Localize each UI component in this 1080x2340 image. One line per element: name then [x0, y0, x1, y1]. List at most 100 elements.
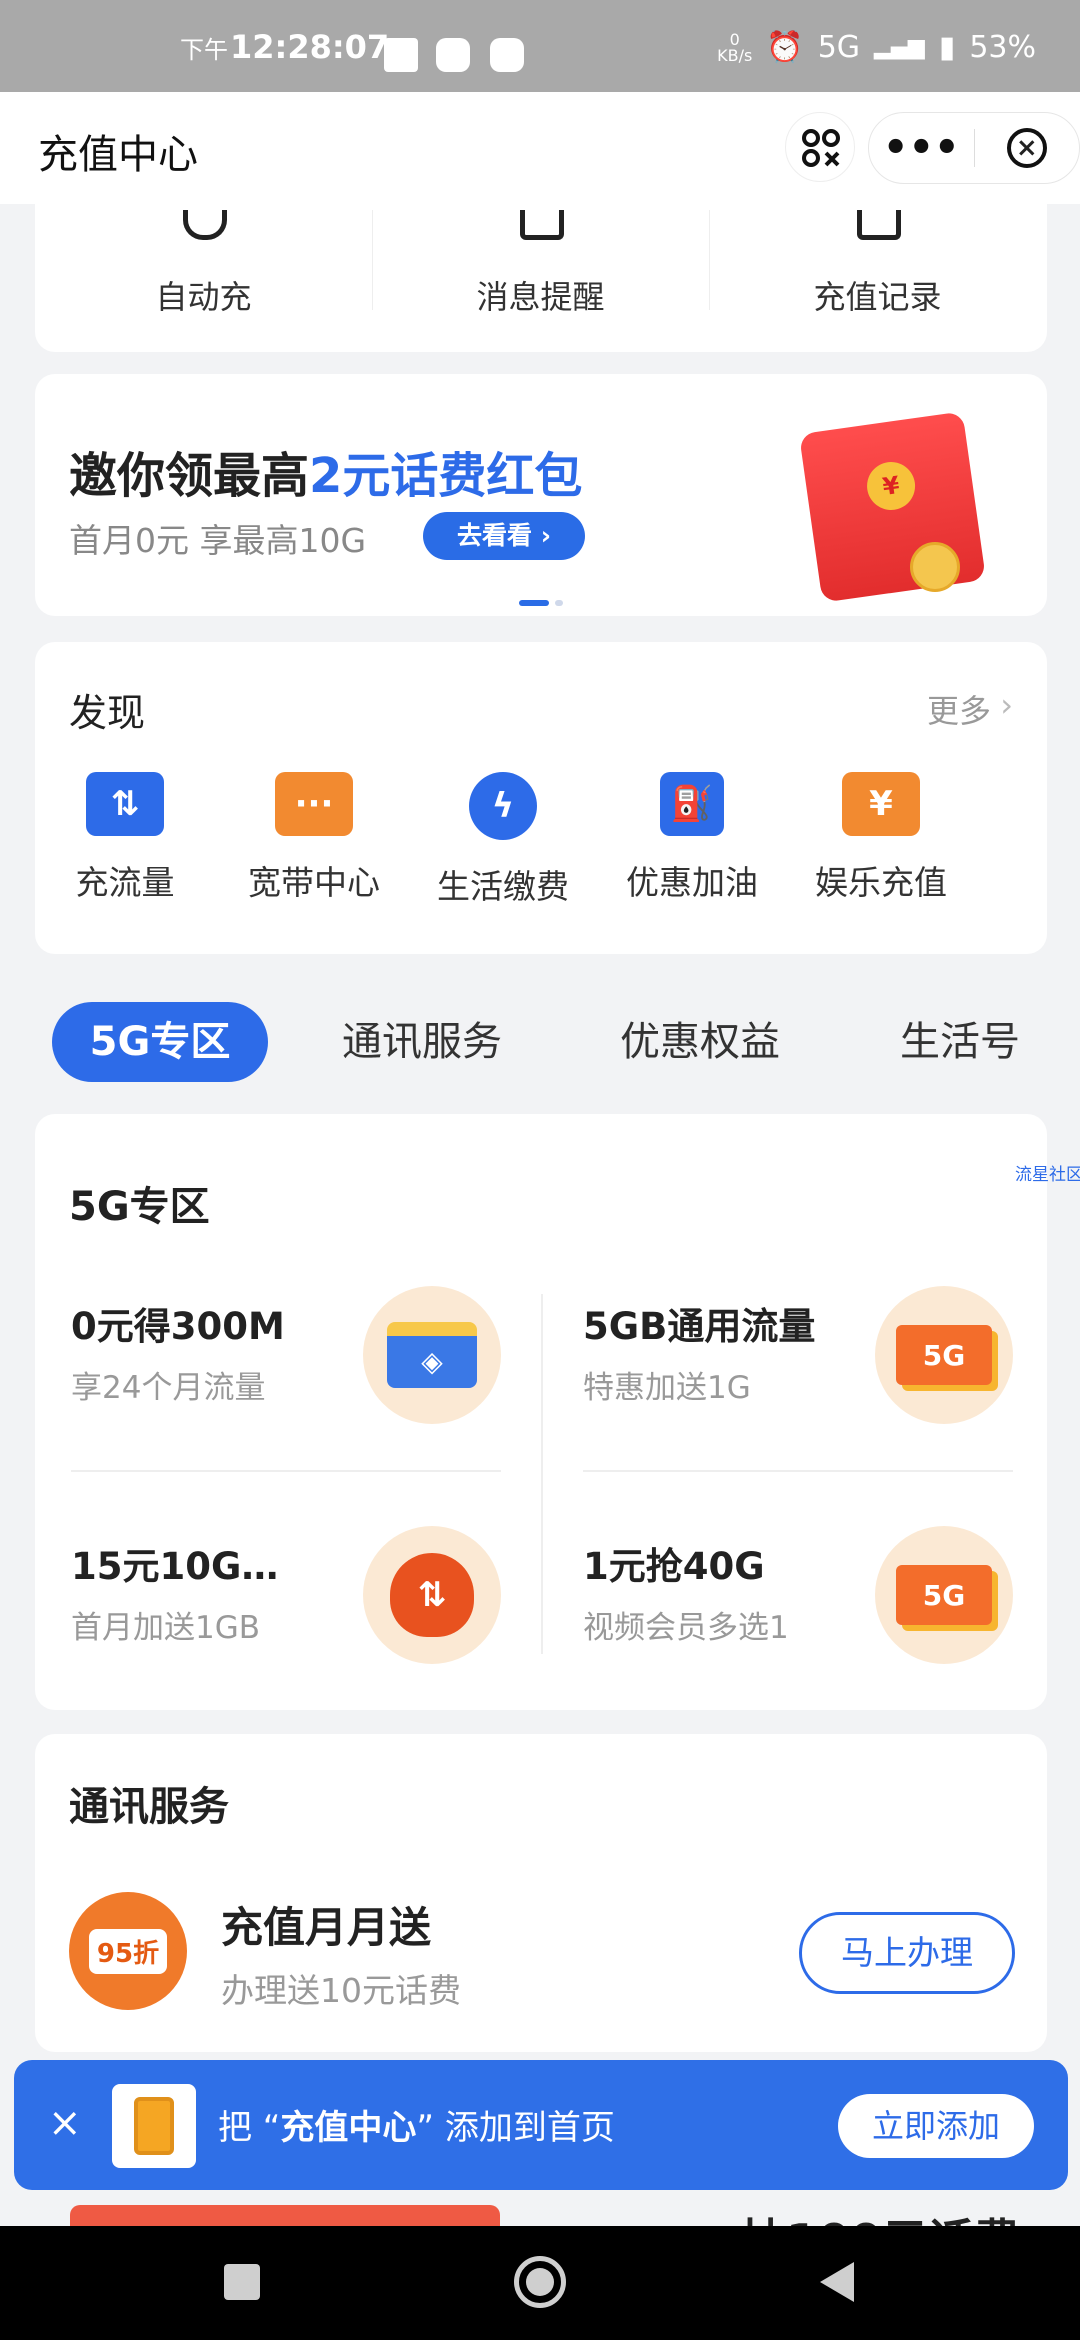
- tab-life-account[interactable]: 生活号: [900, 1002, 1020, 1082]
- carousel-indicator: [519, 600, 563, 606]
- battery-level: 53%: [969, 30, 1036, 65]
- discover-item-label: 优惠加油: [626, 863, 758, 902]
- money-bag-icon: ⇅: [390, 1553, 474, 1637]
- quick-action-label: 自动充: [155, 278, 252, 316]
- discover-item-label: 娱乐充值: [815, 863, 947, 902]
- alarm-icon: ⏰: [766, 30, 804, 65]
- discover-item-utilities[interactable]: ϟ 生活缴费: [408, 772, 598, 908]
- router-icon: ···: [275, 772, 353, 836]
- discount-badge-text: 95折: [88, 1928, 168, 1974]
- money-bag-icon-wrap: ⇅: [363, 1526, 501, 1664]
- divider: [541, 1294, 543, 1654]
- apply-now-button[interactable]: 马上办理: [799, 1912, 1015, 1994]
- discover-item-label: 充流量: [75, 863, 175, 902]
- zone-item[interactable]: 15元10GB… 首月加送1GB ⇅: [71, 1526, 501, 1686]
- scan-icon: [802, 129, 840, 167]
- close-icon: ×: [1006, 128, 1047, 168]
- zone-item[interactable]: 1元抢40G 视频会员多选1 5G: [583, 1526, 1013, 1686]
- fuel-pump-icon: ⛽: [660, 772, 724, 836]
- quick-action-auto-recharge[interactable]: 自动充: [35, 200, 372, 352]
- home-button[interactable]: [514, 2256, 566, 2308]
- app-icon: [112, 2084, 196, 2168]
- add-to-home-text: 把 “充值中心” 添加到首页: [218, 2108, 615, 2148]
- watermark: 流星社区: [1015, 1165, 1080, 1185]
- quick-action-recharge-record[interactable]: 充值记录: [709, 200, 1046, 352]
- scan-button[interactable]: [785, 112, 855, 182]
- add-now-button[interactable]: 立即添加: [838, 2094, 1034, 2158]
- close-button[interactable]: ×: [975, 128, 1080, 168]
- quick-action-label: 充值记录: [813, 278, 942, 316]
- capsule-menu: ••• ×: [868, 112, 1080, 184]
- tab-comm-service[interactable]: 通讯服务: [342, 1002, 502, 1082]
- wallet-icon-wrap: ◈: [363, 1286, 501, 1424]
- net-speed: 0 KB/s: [717, 29, 753, 65]
- zone-item-title: 0元得300M: [71, 1305, 285, 1348]
- zone-item-subtitle: 首月加送1GB: [71, 1610, 261, 1646]
- discover-item-broadband[interactable]: ··· 宽带中心: [219, 772, 409, 904]
- service-subtitle: 办理送10元话费: [221, 1971, 461, 2010]
- promo-banner[interactable]: 邀你领最高2元话费红包 首月0元 享最高10G 去看看 › ¥: [35, 374, 1047, 616]
- notification-icon: [436, 38, 470, 72]
- record-icon: [857, 210, 901, 240]
- more-button[interactable]: •••: [869, 128, 974, 168]
- discover-item-label: 宽带中心: [248, 863, 380, 902]
- auto-recharge-icon: [183, 210, 227, 240]
- category-tabs: 5G专区 通讯服务 优惠权益 生活号: [0, 990, 1080, 1094]
- quick-action-label: 消息提醒: [476, 278, 605, 316]
- quick-action-message-reminder[interactable]: 消息提醒: [372, 200, 709, 352]
- zone-item-title: 15元10GB…: [71, 1545, 301, 1588]
- status-time: 下午12:28:07: [180, 28, 390, 66]
- network-type: 5G: [817, 30, 861, 65]
- discover-item-fuel[interactable]: ⛽ 优惠加油: [597, 772, 787, 904]
- chevron-right-icon: ›: [1000, 686, 1013, 724]
- add-to-home-bar: × 把 “充值中心” 添加到首页 立即添加: [14, 2060, 1068, 2190]
- 5g-ticket-icon-wrap: 5G: [875, 1286, 1013, 1424]
- data-transfer-icon: ⇅: [86, 772, 164, 836]
- tablet-icon: [134, 2097, 174, 2155]
- 5g-ticket-icon-wrap: 5G: [875, 1526, 1013, 1664]
- close-icon[interactable]: ×: [48, 2100, 82, 2146]
- discover-item-entertainment[interactable]: ¥ 娱乐充值: [786, 772, 976, 904]
- divider: [583, 1470, 1013, 1472]
- 5g-zone-card: 5G专区 0元得300M 享24个月流量 ◈ 5GB通用流量 特惠加送1G 5G…: [35, 1114, 1047, 1710]
- status-bar: 下午12:28:07 0 KB/s ⏰ 5G ▂▄▆ ▮ 53%: [0, 0, 1080, 92]
- banner-title: 邀你领最高2元话费红包: [69, 448, 583, 504]
- 5g-ticket-icon: 5G: [896, 1325, 992, 1385]
- video-camera-icon: ¥: [842, 772, 920, 836]
- coin-icon: [910, 542, 960, 592]
- banner-subtitle: 首月0元 享最高10G: [69, 521, 367, 560]
- discover-title: 发现: [69, 691, 146, 735]
- notification-icon: [384, 38, 418, 72]
- status-right: 0 KB/s ⏰ 5G ▂▄▆ ▮ 53%: [717, 30, 1036, 65]
- lightning-icon: ϟ: [469, 772, 537, 840]
- page-title: 充值中心: [38, 132, 198, 178]
- back-button[interactable]: [820, 2262, 854, 2302]
- tab-5g-zone[interactable]: 5G专区: [52, 1002, 268, 1082]
- comm-service-card: 通讯服务 95折 充值月月送 办理送10元话费 马上办理: [35, 1734, 1047, 2052]
- discover-more-link[interactable]: 更多: [927, 686, 991, 732]
- zone-item-subtitle: 视频会员多选1: [583, 1610, 789, 1646]
- banner-go-button[interactable]: 去看看 ›: [423, 512, 585, 560]
- zone-item-title: 5GB通用流量: [583, 1305, 816, 1348]
- wallet-icon: ◈: [387, 1322, 477, 1388]
- battery-icon: ▮: [938, 30, 956, 65]
- notification-icon: [490, 38, 524, 72]
- zone-item[interactable]: 5GB通用流量 特惠加送1G 5G: [583, 1286, 1013, 1446]
- discover-item-data[interactable]: ⇅ 充流量: [30, 772, 220, 904]
- zone-item-subtitle: 特惠加送1G: [583, 1370, 751, 1406]
- coin-icon: ¥: [863, 458, 919, 514]
- system-nav-bar: [0, 2226, 1080, 2340]
- zone-item-title: 1元抢40G: [583, 1545, 765, 1588]
- service-title: 充值月月送: [221, 1903, 432, 1952]
- recent-apps-button[interactable]: [224, 2264, 260, 2300]
- section-title: 5G专区: [69, 1184, 210, 1230]
- discount-badge-icon: 95折: [69, 1892, 187, 2010]
- tab-benefits[interactable]: 优惠权益: [620, 1002, 780, 1082]
- zone-item[interactable]: 0元得300M 享24个月流量 ◈: [71, 1286, 501, 1446]
- quick-actions-card: 自动充 消息提醒 充值记录: [35, 200, 1047, 352]
- section-title: 通讯服务: [69, 1784, 229, 1830]
- signal-icon: ▂▄▆: [874, 35, 925, 60]
- zone-item-subtitle: 享24个月流量: [71, 1370, 266, 1406]
- 5g-ticket-icon: 5G: [896, 1565, 992, 1625]
- discover-card: 发现 更多 › ⇅ 充流量 ··· 宽带中心 ϟ 生活缴费 ⛽ 优惠加油 ¥ 娱…: [35, 642, 1047, 954]
